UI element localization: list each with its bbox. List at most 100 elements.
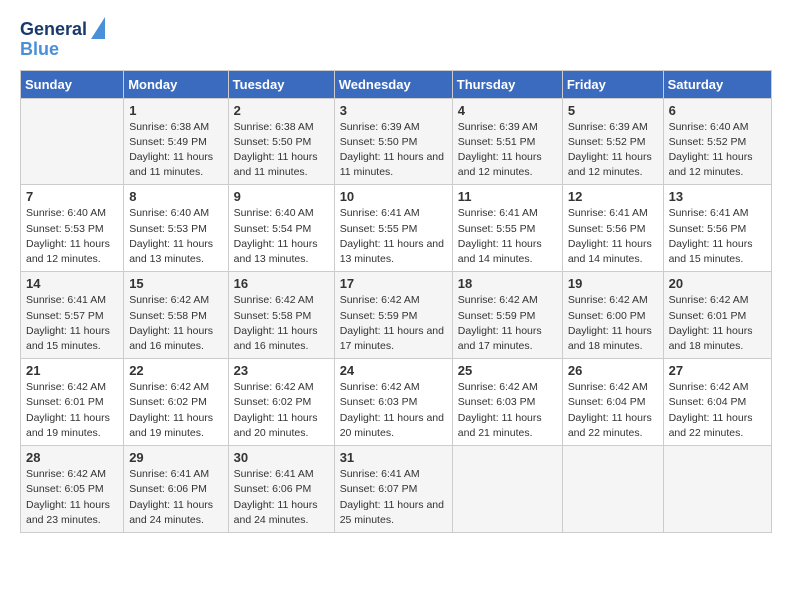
day-number: 17: [340, 276, 447, 291]
day-info: Sunrise: 6:42 AMSunset: 6:02 PMDaylight:…: [129, 380, 222, 441]
calendar-cell: 13Sunrise: 6:41 AMSunset: 5:56 PMDayligh…: [663, 185, 771, 272]
day-number: 22: [129, 363, 222, 378]
day-info: Sunrise: 6:41 AMSunset: 5:56 PMDaylight:…: [568, 206, 658, 267]
day-info: Sunrise: 6:41 AMSunset: 5:55 PMDaylight:…: [340, 206, 447, 267]
calendar-cell: 7 Sunrise: 6:40 AMSunset: 5:53 PMDaylight…: [21, 185, 124, 272]
day-info: Sunrise: 6:42 AMSunset: 5:59 PMDaylight:…: [340, 293, 447, 354]
calendar-cell: 3 Sunrise: 6:39 AMSunset: 5:50 PMDaylight…: [334, 98, 452, 185]
logo: General Blue: [20, 20, 105, 60]
calendar-cell: 19Sunrise: 6:42 AMSunset: 6:00 PMDayligh…: [562, 272, 663, 359]
calendar-cell: 28 Sunrise: 6:42 AMSunset: 6:05 PMDayligh…: [21, 446, 124, 533]
weekday-header: Sunday: [21, 70, 124, 98]
calendar-cell: [663, 446, 771, 533]
day-number: 3: [340, 103, 447, 118]
day-info: Sunrise: 6:40 AMSunset: 5:54 PMDaylight:…: [234, 206, 329, 267]
day-number: 26: [568, 363, 658, 378]
day-info: Sunrise: 6:41 AMSunset: 5:57 PMDaylight:…: [26, 293, 118, 354]
calendar-cell: 31Sunrise: 6:41 AMSunset: 6:07 PMDayligh…: [334, 446, 452, 533]
day-info: Sunrise: 6:42 AMSunset: 5:58 PMDaylight:…: [129, 293, 222, 354]
calendar-cell: 4Sunrise: 6:39 AMSunset: 5:51 PMDaylight…: [452, 98, 562, 185]
calendar-cell: 1Sunrise: 6:38 AMSunset: 5:49 PMDaylight…: [124, 98, 228, 185]
calendar-cell: 8 Sunrise: 6:40 AMSunset: 5:53 PMDaylight…: [124, 185, 228, 272]
day-info: Sunrise: 6:41 AMSunset: 6:07 PMDaylight:…: [340, 467, 447, 528]
calendar-week-row: 7 Sunrise: 6:40 AMSunset: 5:53 PMDaylight…: [21, 185, 772, 272]
calendar-header-row: SundayMondayTuesdayWednesdayThursdayFrid…: [21, 70, 772, 98]
calendar-cell: 20 Sunrise: 6:42 AMSunset: 6:01 PMDayligh…: [663, 272, 771, 359]
day-info: Sunrise: 6:42 AMSunset: 6:05 PMDaylight:…: [26, 467, 118, 528]
calendar-week-row: 28 Sunrise: 6:42 AMSunset: 6:05 PMDayligh…: [21, 446, 772, 533]
day-info: Sunrise: 6:41 AMSunset: 6:06 PMDaylight:…: [234, 467, 329, 528]
calendar-week-row: 1Sunrise: 6:38 AMSunset: 5:49 PMDaylight…: [21, 98, 772, 185]
day-number: 7: [26, 189, 118, 204]
day-info: Sunrise: 6:42 AMSunset: 6:03 PMDaylight:…: [340, 380, 447, 441]
day-info: Sunrise: 6:42 AMSunset: 6:01 PMDaylight:…: [26, 380, 118, 441]
day-number: 4: [458, 103, 557, 118]
day-number: 9: [234, 189, 329, 204]
day-number: 30: [234, 450, 329, 465]
calendar-cell: [452, 446, 562, 533]
calendar-cell: 30 Sunrise: 6:41 AMSunset: 6:06 PMDayligh…: [228, 446, 334, 533]
weekday-header: Tuesday: [228, 70, 334, 98]
day-number: 12: [568, 189, 658, 204]
calendar-cell: 10 Sunrise: 6:41 AMSunset: 5:55 PMDayligh…: [334, 185, 452, 272]
weekday-header: Friday: [562, 70, 663, 98]
day-info: Sunrise: 6:42 AMSunset: 6:02 PMDaylight:…: [234, 380, 329, 441]
calendar-cell: 5 Sunrise: 6:39 AMSunset: 5:52 PMDaylight…: [562, 98, 663, 185]
weekday-header: Thursday: [452, 70, 562, 98]
calendar-cell: 14 Sunrise: 6:41 AMSunset: 5:57 PMDayligh…: [21, 272, 124, 359]
calendar-cell: 11Sunrise: 6:41 AMSunset: 5:55 PMDayligh…: [452, 185, 562, 272]
day-number: 8: [129, 189, 222, 204]
calendar-cell: 22 Sunrise: 6:42 AMSunset: 6:02 PMDayligh…: [124, 359, 228, 446]
day-info: Sunrise: 6:38 AMSunset: 5:50 PMDaylight:…: [234, 120, 329, 181]
calendar-cell: 26 Sunrise: 6:42 AMSunset: 6:04 PMDayligh…: [562, 359, 663, 446]
logo-text: General: [20, 20, 87, 40]
day-info: Sunrise: 6:40 AMSunset: 5:53 PMDaylight:…: [129, 206, 222, 267]
day-info: Sunrise: 6:42 AMSunset: 6:04 PMDaylight:…: [669, 380, 766, 441]
calendar-week-row: 14 Sunrise: 6:41 AMSunset: 5:57 PMDayligh…: [21, 272, 772, 359]
day-info: Sunrise: 6:39 AMSunset: 5:50 PMDaylight:…: [340, 120, 447, 181]
day-number: 6: [669, 103, 766, 118]
day-info: Sunrise: 6:40 AMSunset: 5:52 PMDaylight:…: [669, 120, 766, 181]
calendar-cell: 2 Sunrise: 6:38 AMSunset: 5:50 PMDaylight…: [228, 98, 334, 185]
calendar-cell: [21, 98, 124, 185]
day-number: 24: [340, 363, 447, 378]
calendar-cell: 24 Sunrise: 6:42 AMSunset: 6:03 PMDayligh…: [334, 359, 452, 446]
day-number: 19: [568, 276, 658, 291]
day-number: 28: [26, 450, 118, 465]
calendar-cell: 18 Sunrise: 6:42 AMSunset: 5:59 PMDayligh…: [452, 272, 562, 359]
day-info: Sunrise: 6:42 AMSunset: 6:04 PMDaylight:…: [568, 380, 658, 441]
calendar-cell: 25 Sunrise: 6:42 AMSunset: 6:03 PMDayligh…: [452, 359, 562, 446]
day-number: 18: [458, 276, 557, 291]
day-info: Sunrise: 6:40 AMSunset: 5:53 PMDaylight:…: [26, 206, 118, 267]
day-number: 20: [669, 276, 766, 291]
day-number: 15: [129, 276, 222, 291]
calendar-cell: 29Sunrise: 6:41 AMSunset: 6:06 PMDayligh…: [124, 446, 228, 533]
calendar-cell: 12 Sunrise: 6:41 AMSunset: 5:56 PMDayligh…: [562, 185, 663, 272]
calendar-cell: 16Sunrise: 6:42 AMSunset: 5:58 PMDayligh…: [228, 272, 334, 359]
calendar-cell: 6 Sunrise: 6:40 AMSunset: 5:52 PMDaylight…: [663, 98, 771, 185]
weekday-header: Monday: [124, 70, 228, 98]
day-info: Sunrise: 6:42 AMSunset: 5:59 PMDaylight:…: [458, 293, 557, 354]
logo-subtext: Blue: [20, 40, 59, 60]
day-number: 27: [669, 363, 766, 378]
day-info: Sunrise: 6:39 AMSunset: 5:52 PMDaylight:…: [568, 120, 658, 181]
day-number: 16: [234, 276, 329, 291]
day-number: 29: [129, 450, 222, 465]
weekday-header: Wednesday: [334, 70, 452, 98]
logo-triangle-icon: [91, 17, 105, 39]
calendar-cell: 17 Sunrise: 6:42 AMSunset: 5:59 PMDayligh…: [334, 272, 452, 359]
day-info: Sunrise: 6:42 AMSunset: 6:03 PMDaylight:…: [458, 380, 557, 441]
calendar-cell: [562, 446, 663, 533]
day-number: 25: [458, 363, 557, 378]
calendar-cell: 27 Sunrise: 6:42 AMSunset: 6:04 PMDayligh…: [663, 359, 771, 446]
day-number: 21: [26, 363, 118, 378]
day-number: 2: [234, 103, 329, 118]
calendar-table: SundayMondayTuesdayWednesdayThursdayFrid…: [20, 70, 772, 533]
day-info: Sunrise: 6:42 AMSunset: 6:01 PMDaylight:…: [669, 293, 766, 354]
calendar-cell: 23Sunrise: 6:42 AMSunset: 6:02 PMDayligh…: [228, 359, 334, 446]
day-number: 10: [340, 189, 447, 204]
day-number: 14: [26, 276, 118, 291]
calendar-cell: 15 Sunrise: 6:42 AMSunset: 5:58 PMDayligh…: [124, 272, 228, 359]
day-number: 11: [458, 189, 557, 204]
day-number: 5: [568, 103, 658, 118]
